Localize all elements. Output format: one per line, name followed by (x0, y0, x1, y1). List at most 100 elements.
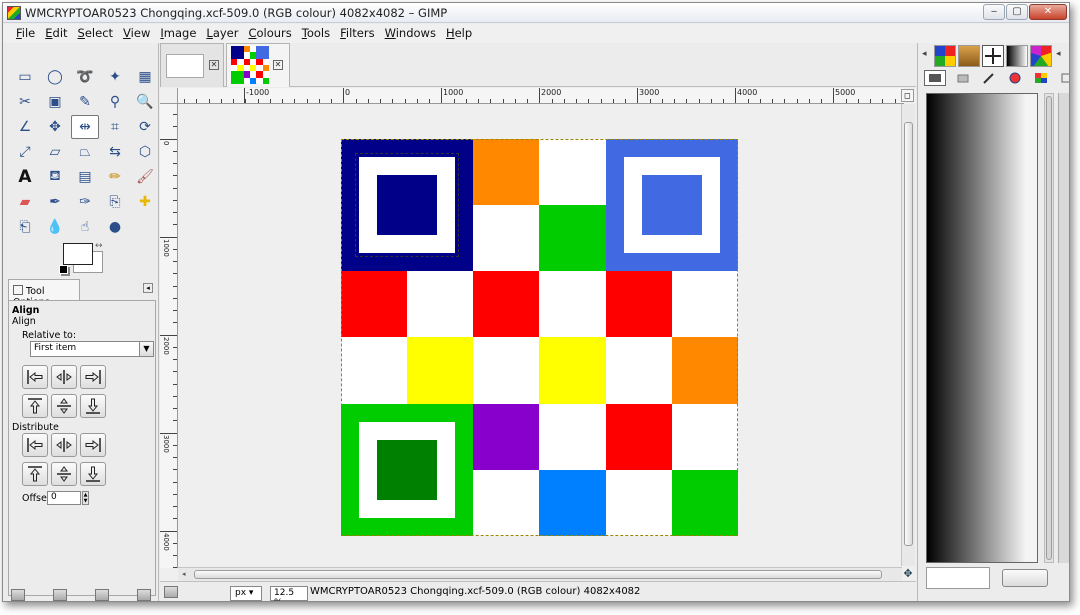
distribute-bottom-button[interactable] (80, 462, 106, 486)
image-tab-2[interactable]: ✕ (226, 43, 290, 87)
dock-scrollbar[interactable] (1044, 93, 1054, 563)
foreground-select-icon[interactable]: ▣ (41, 90, 69, 114)
tab-layers[interactable] (924, 70, 946, 86)
dock-left-arrow-icon[interactable]: ◂ (922, 49, 927, 59)
menu-layer[interactable]: Layer (201, 24, 243, 43)
vertical-scrollbar[interactable] (901, 104, 915, 566)
menu-select[interactable]: Select (73, 24, 119, 43)
dodge-burn-icon[interactable]: ● (101, 215, 129, 239)
minimize-button[interactable]: ‒ (983, 4, 1005, 20)
dock-menu-arrow-icon[interactable]: ◂ (1056, 49, 1061, 59)
select-by-color-icon[interactable]: ▦ (131, 65, 159, 89)
image-canvas[interactable] (341, 139, 738, 536)
quick-mask-toggle[interactable]: ◻ (901, 89, 914, 102)
scale-icon[interactable]: ⤢ (11, 140, 39, 164)
offset-spin-icon[interactable]: ▲ ▼ (82, 491, 89, 505)
navigate-icon[interactable]: ✥ (902, 568, 914, 580)
gimp-app-icon[interactable] (7, 6, 21, 20)
dock-scroll-thumb[interactable] (1046, 96, 1052, 560)
horizontal-scrollbar[interactable]: ◂ (178, 567, 902, 581)
blend-icon[interactable]: ▤ (71, 165, 99, 189)
align-icon[interactable]: ⇹ (71, 115, 99, 139)
tab-patterns[interactable] (934, 45, 956, 67)
rect-select-icon[interactable]: ▭ (11, 65, 39, 89)
image-tab-1[interactable]: ✕ (160, 43, 224, 87)
tab-palettes[interactable] (1030, 45, 1052, 67)
vertical-ruler[interactable]: 0 1000 2000 3000 4000 (160, 104, 178, 568)
maximize-button[interactable]: ▢ (1006, 4, 1028, 20)
perspective-clone-icon[interactable]: ⎗ (11, 215, 39, 239)
close-icon[interactable]: ✕ (209, 60, 219, 70)
crop-icon[interactable]: ⌗ (101, 115, 129, 139)
align-middle-button[interactable] (51, 394, 77, 418)
distribute-middle-button[interactable] (51, 462, 77, 486)
tab-colors[interactable] (1006, 70, 1024, 86)
vertical-scroll-thumb[interactable] (904, 122, 913, 546)
offset-field[interactable]: 0 (47, 491, 81, 505)
distribute-center-button[interactable] (51, 433, 77, 457)
eraser-icon[interactable]: ▰ (11, 190, 39, 214)
swap-colors-icon[interactable]: ↔ (95, 241, 103, 251)
save-options-icon[interactable] (11, 589, 25, 601)
close-icon[interactable]: ✕ (273, 60, 283, 70)
measure-icon[interactable]: ∠ (11, 115, 39, 139)
tab-brush-editor[interactable] (980, 70, 998, 86)
flip-icon[interactable]: ⇆ (101, 140, 129, 164)
scroll-left-icon[interactable]: ◂ (182, 570, 186, 578)
move-icon[interactable]: ✥ (41, 115, 69, 139)
lasso-icon[interactable]: ➰ (71, 65, 99, 89)
unit-select[interactable]: px ▾ (230, 586, 262, 601)
rotate-icon[interactable]: ⟳ (131, 115, 159, 139)
align-left-edge-button[interactable] (22, 365, 48, 389)
menu-colours[interactable]: Colours (243, 24, 296, 43)
color-picker-icon[interactable]: ⚲ (101, 90, 129, 114)
menu-view[interactable]: View (118, 24, 155, 43)
restore-options-icon[interactable] (53, 589, 67, 601)
blur-icon[interactable]: 💧 (41, 215, 69, 239)
horizontal-ruler[interactable]: -1000 0 1000 2000 3000 4000 5000 (178, 88, 904, 104)
menu-help[interactable]: Help (441, 24, 477, 43)
airbrush-icon[interactable]: ✒ (41, 190, 69, 214)
cage-icon[interactable]: ⬡ (131, 140, 159, 164)
tab-gradients[interactable] (1006, 45, 1028, 67)
foreground-color-swatch[interactable] (63, 243, 93, 265)
smudge-icon[interactable]: ☝ (71, 215, 99, 239)
reset-options-icon[interactable] (137, 589, 151, 601)
tab-paths[interactable] (982, 45, 1004, 67)
fuzzy-select-icon[interactable]: ✦ (101, 65, 129, 89)
ruler-corner[interactable] (160, 88, 178, 104)
ink-icon[interactable]: ✑ (71, 190, 99, 214)
dock-edit-button[interactable] (1002, 569, 1048, 587)
text-icon[interactable]: A (11, 165, 39, 189)
menu-file[interactable]: File (11, 24, 40, 43)
align-bottom-edge-button[interactable] (80, 394, 106, 418)
delete-options-icon[interactable] (95, 589, 109, 601)
panel-menu-icon[interactable]: ◂ (143, 283, 153, 293)
align-right-edge-button[interactable] (80, 365, 106, 389)
perspective-icon[interactable]: ⏢ (71, 140, 99, 164)
gradient-preview[interactable] (926, 93, 1038, 563)
tab-brushes[interactable] (958, 45, 980, 67)
reset-colors-icon[interactable] (59, 265, 68, 274)
align-center-button[interactable] (51, 365, 77, 389)
zoom-select[interactable]: 12.5 % (270, 586, 308, 601)
bucket-fill-icon[interactable]: ⛾ (41, 165, 69, 189)
tab-channels[interactable] (954, 70, 972, 86)
heal-icon[interactable]: ✚ (131, 190, 159, 214)
close-button[interactable]: ✕ (1029, 4, 1067, 20)
menu-windows[interactable]: Windows (380, 24, 441, 43)
tab-undo[interactable] (1058, 70, 1069, 86)
align-top-edge-button[interactable] (22, 394, 48, 418)
menu-edit[interactable]: Edit (40, 24, 72, 43)
scissors-icon[interactable]: ✂ (11, 90, 39, 114)
menu-tools[interactable]: Tools (297, 24, 335, 43)
menu-image[interactable]: Image (155, 24, 201, 43)
distribute-right-button[interactable] (80, 433, 106, 457)
shear-icon[interactable]: ▱ (41, 140, 69, 164)
horizontal-scroll-thumb[interactable] (194, 570, 882, 579)
relative-to-select[interactable]: First item ▼ (30, 341, 154, 357)
pencil-icon[interactable]: ✏ (101, 165, 129, 189)
paintbrush-icon[interactable]: 🖌 (131, 165, 159, 189)
menu-filters[interactable]: Filters (335, 24, 379, 43)
clone-icon[interactable]: ⎘ (101, 190, 129, 214)
